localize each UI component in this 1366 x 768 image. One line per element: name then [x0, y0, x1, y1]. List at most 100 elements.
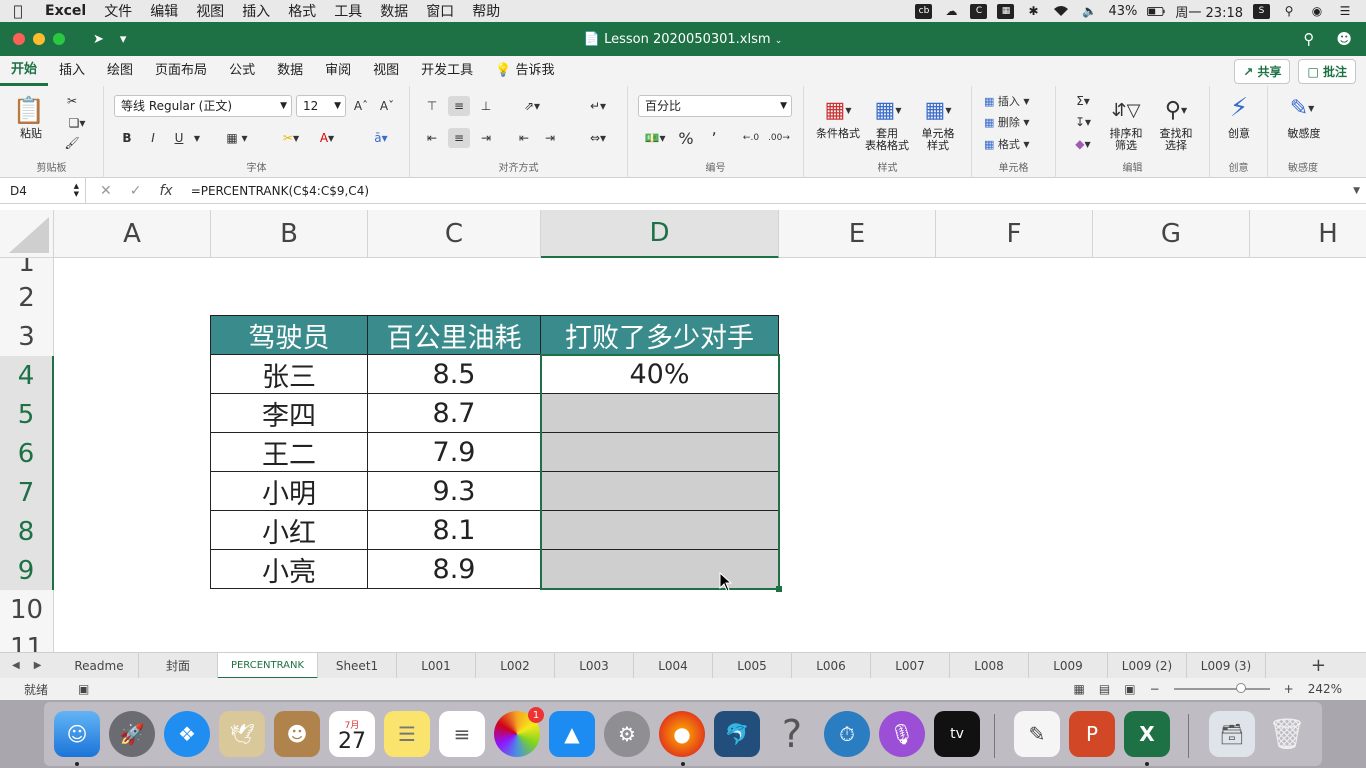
table-header-driver[interactable]: 驾驶员 [211, 316, 368, 355]
table-row-3-fuel[interactable]: 7.9 [368, 433, 541, 472]
apple-tv-icon[interactable]: tv [934, 711, 980, 757]
photos-icon[interactable]: 1 [494, 707, 544, 757]
spotlight-search-icon[interactable]: ⚲ [1280, 4, 1298, 18]
cut-icon[interactable]: ✂ [62, 92, 82, 110]
sheet-tab-l003[interactable]: L003 [555, 652, 634, 679]
sensitivity-button[interactable]: 敏感度 [1276, 128, 1332, 140]
number-format-select[interactable]: 百分比 ▼ [638, 95, 792, 117]
increase-indent-icon[interactable]: ⇥ [540, 128, 560, 148]
row-header-4[interactable]: 4 [0, 356, 54, 395]
battery-percent[interactable]: 43% [1108, 4, 1137, 19]
zoom-window-button[interactable] [53, 33, 65, 45]
table-row-4-rank[interactable] [541, 472, 779, 511]
macro-record-icon[interactable]: ▣ [78, 682, 89, 696]
format-as-table-icon[interactable]: ▦ ▼ [866, 94, 910, 126]
row-header-5[interactable]: 5 [0, 395, 54, 434]
sheet-tab-sheet1[interactable]: Sheet1 [318, 652, 397, 679]
insert-function-icon[interactable]: fx [159, 183, 172, 199]
format-painter-icon[interactable]: 🖌 [62, 134, 82, 152]
safari-icon[interactable]: ❖ [164, 711, 210, 757]
clear-icon[interactable]: ◆ ▼ [1068, 135, 1098, 153]
confirm-formula-icon[interactable]: ✓ [130, 183, 142, 199]
comma-style-icon[interactable]: ʼ [704, 128, 724, 148]
mysql-workbench-icon[interactable]: 🐬 [714, 711, 760, 757]
page-layout-view-icon[interactable]: ▤ [1099, 682, 1110, 696]
table-row-1-fuel[interactable]: 8.5 [368, 355, 541, 394]
table-row-2-rank[interactable] [541, 394, 779, 433]
column-header-c[interactable]: C [368, 210, 541, 258]
tab-formulas[interactable]: 公式 [218, 56, 266, 86]
share-button[interactable]: ↗ 共享 [1234, 58, 1291, 84]
zoom-slider-knob[interactable] [1235, 683, 1246, 693]
trash-icon[interactable]: 🗑 [1264, 711, 1310, 757]
sort-filter-icon[interactable]: ⇵▽ [1104, 94, 1148, 126]
format-as-table-label[interactable]: 套用 表格格式 [864, 128, 910, 152]
wrap-text-icon[interactable]: ↵▾ [580, 96, 616, 116]
tab-developer[interactable]: 开发工具 [410, 56, 484, 86]
page-break-view-icon[interactable]: ▣ [1124, 682, 1135, 696]
sheet-tab-l002[interactable]: L002 [476, 652, 555, 679]
apple-menu-icon[interactable]:  [0, 2, 36, 20]
column-header-f[interactable]: F [936, 210, 1093, 258]
fill-color-icon[interactable]: ✂ ▼ [274, 128, 308, 148]
podcasts-icon[interactable]: 🎙 [879, 711, 925, 757]
expand-formula-bar-icon[interactable]: ▼ [1353, 186, 1366, 196]
app-store-icon[interactable]: ▲ [549, 711, 595, 757]
format-cells-button[interactable]: ▦ 格式 ▼ [984, 135, 1054, 153]
sheet-tab-l009-2[interactable]: L009 (2) [1108, 652, 1187, 679]
calendar-icon[interactable]: 7月 27 [329, 711, 375, 757]
table-row-5-rank[interactable] [541, 511, 779, 550]
table-row-6-rank[interactable] [541, 550, 779, 589]
normal-view-icon[interactable]: ▦ [1074, 682, 1085, 696]
row-header-7[interactable]: 7 [0, 473, 54, 512]
zoom-level[interactable]: 242% [1308, 682, 1342, 696]
italic-button[interactable]: I [144, 128, 162, 148]
name-box[interactable]: D4 ▲ ▼ [0, 177, 86, 204]
name-box-stepper-icon[interactable]: ▲ ▼ [74, 182, 79, 198]
font-name-select[interactable]: 等线 Regular (正文) ▼ [114, 95, 292, 117]
tell-me-box[interactable]: 💡 告诉我 [484, 56, 565, 86]
find-select-icon[interactable]: ⚲ ▼ [1154, 94, 1198, 126]
menu-tools[interactable]: 工具 [325, 1, 371, 21]
decrease-font-size-icon[interactable]: Aˇ [378, 96, 396, 116]
borders-icon[interactable]: ▦ ▾ [220, 128, 254, 148]
find-select-label[interactable]: 查找和 选择 [1154, 128, 1198, 152]
sensitivity-icon[interactable]: ✎ ▼ [1282, 92, 1322, 124]
fill-icon[interactable]: ↧▾ [1068, 113, 1098, 131]
merge-cells-icon[interactable]: ⇔▾ [580, 128, 616, 148]
contacts-icon[interactable]: ☻ [274, 711, 320, 757]
decrease-decimal-icon[interactable]: .00→ [768, 128, 790, 148]
bold-button[interactable]: B [118, 128, 136, 148]
cancel-formula-icon[interactable]: ✕ [100, 183, 112, 199]
menu-file[interactable]: 文件 [95, 1, 141, 21]
sheet-tab-l006[interactable]: L006 [792, 652, 871, 679]
row-header-8[interactable]: 8 [0, 512, 54, 551]
downloads-folder-icon[interactable]: 🗃 [1209, 711, 1255, 757]
tab-page-layout[interactable]: 页面布局 [144, 56, 218, 86]
column-header-e[interactable]: E [779, 210, 936, 258]
accounting-format-icon[interactable]: 💵▾ [640, 128, 670, 148]
close-window-button[interactable] [13, 33, 25, 45]
help-question-icon[interactable]: ? [769, 711, 815, 757]
menubar-clock[interactable]: 周一 23:18 [1175, 2, 1243, 21]
battery-icon[interactable] [1147, 4, 1165, 18]
sheet-tab-l005[interactable]: L005 [713, 652, 792, 679]
table-header-fuel[interactable]: 百公里油耗 [368, 316, 541, 355]
table-row-3-driver[interactable]: 王二 [211, 433, 368, 472]
orientation-icon[interactable]: ⇗▾ [514, 96, 550, 116]
profile-icon[interactable]: ☻ [1336, 30, 1352, 48]
tab-review[interactable]: 审阅 [314, 56, 362, 86]
increase-decimal-icon[interactable]: ←.0 [740, 128, 762, 148]
column-header-g[interactable]: G [1093, 210, 1250, 258]
insert-cells-button[interactable]: ▦ 插入 ▼ [984, 92, 1054, 110]
tab-view[interactable]: 视图 [362, 56, 410, 86]
align-middle-icon[interactable]: ≡ [448, 96, 470, 116]
table-row-4-driver[interactable]: 小明 [211, 472, 368, 511]
volume-icon[interactable]: 🔈 [1080, 4, 1098, 18]
cell-styles-icon[interactable]: ▦ ▼ [916, 94, 960, 126]
sheet-tab-percentrank[interactable]: PERCENTRANK [218, 652, 318, 679]
select-all-corner[interactable] [0, 210, 54, 258]
system-preferences-icon[interactable]: ⚙ [604, 711, 650, 757]
increase-font-size-icon[interactable]: Aˆ [352, 96, 370, 116]
row-header-11[interactable]: 11 [0, 629, 54, 652]
